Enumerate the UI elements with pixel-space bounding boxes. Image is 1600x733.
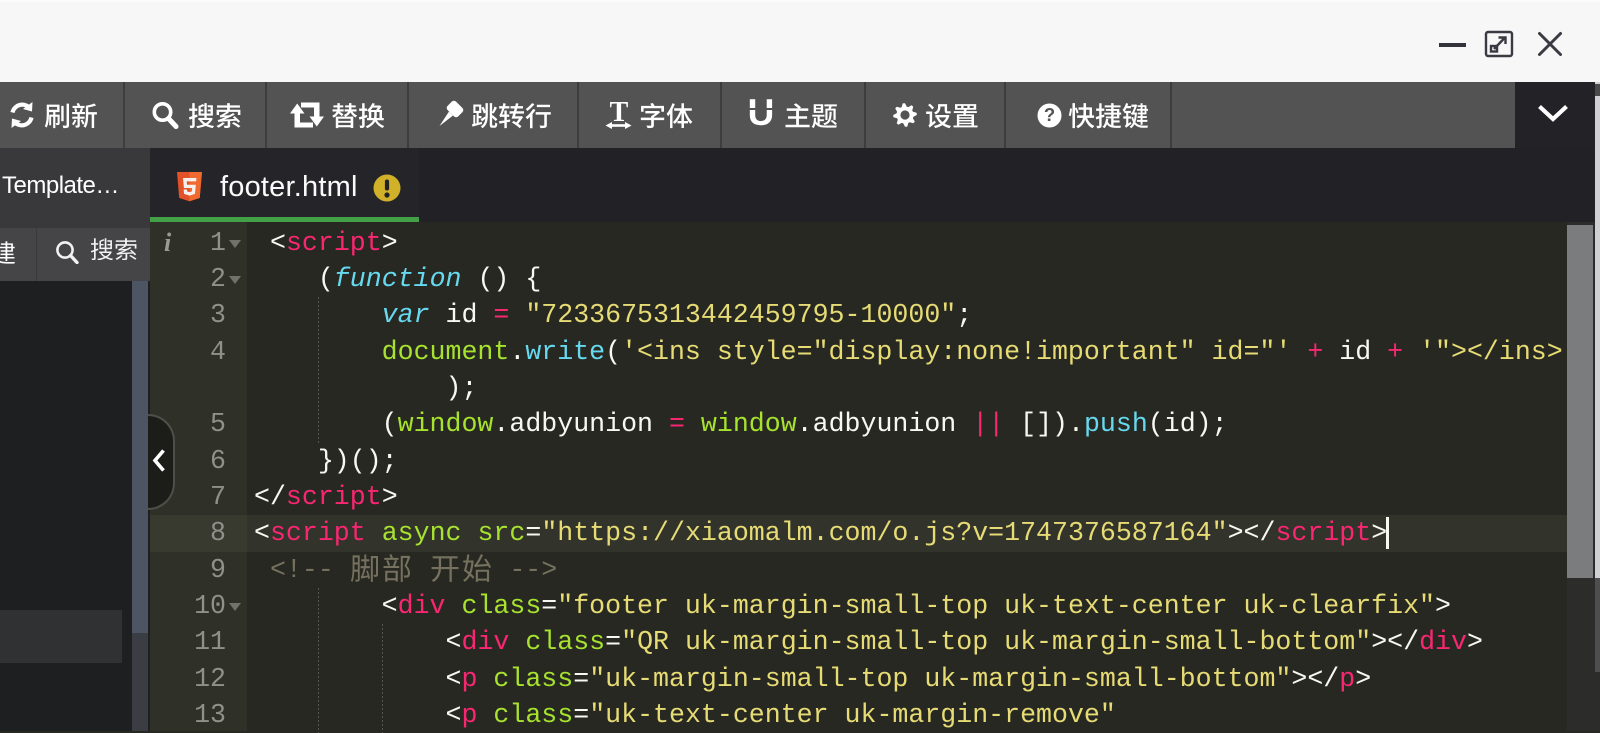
svg-text:?: ? — [1044, 104, 1055, 125]
